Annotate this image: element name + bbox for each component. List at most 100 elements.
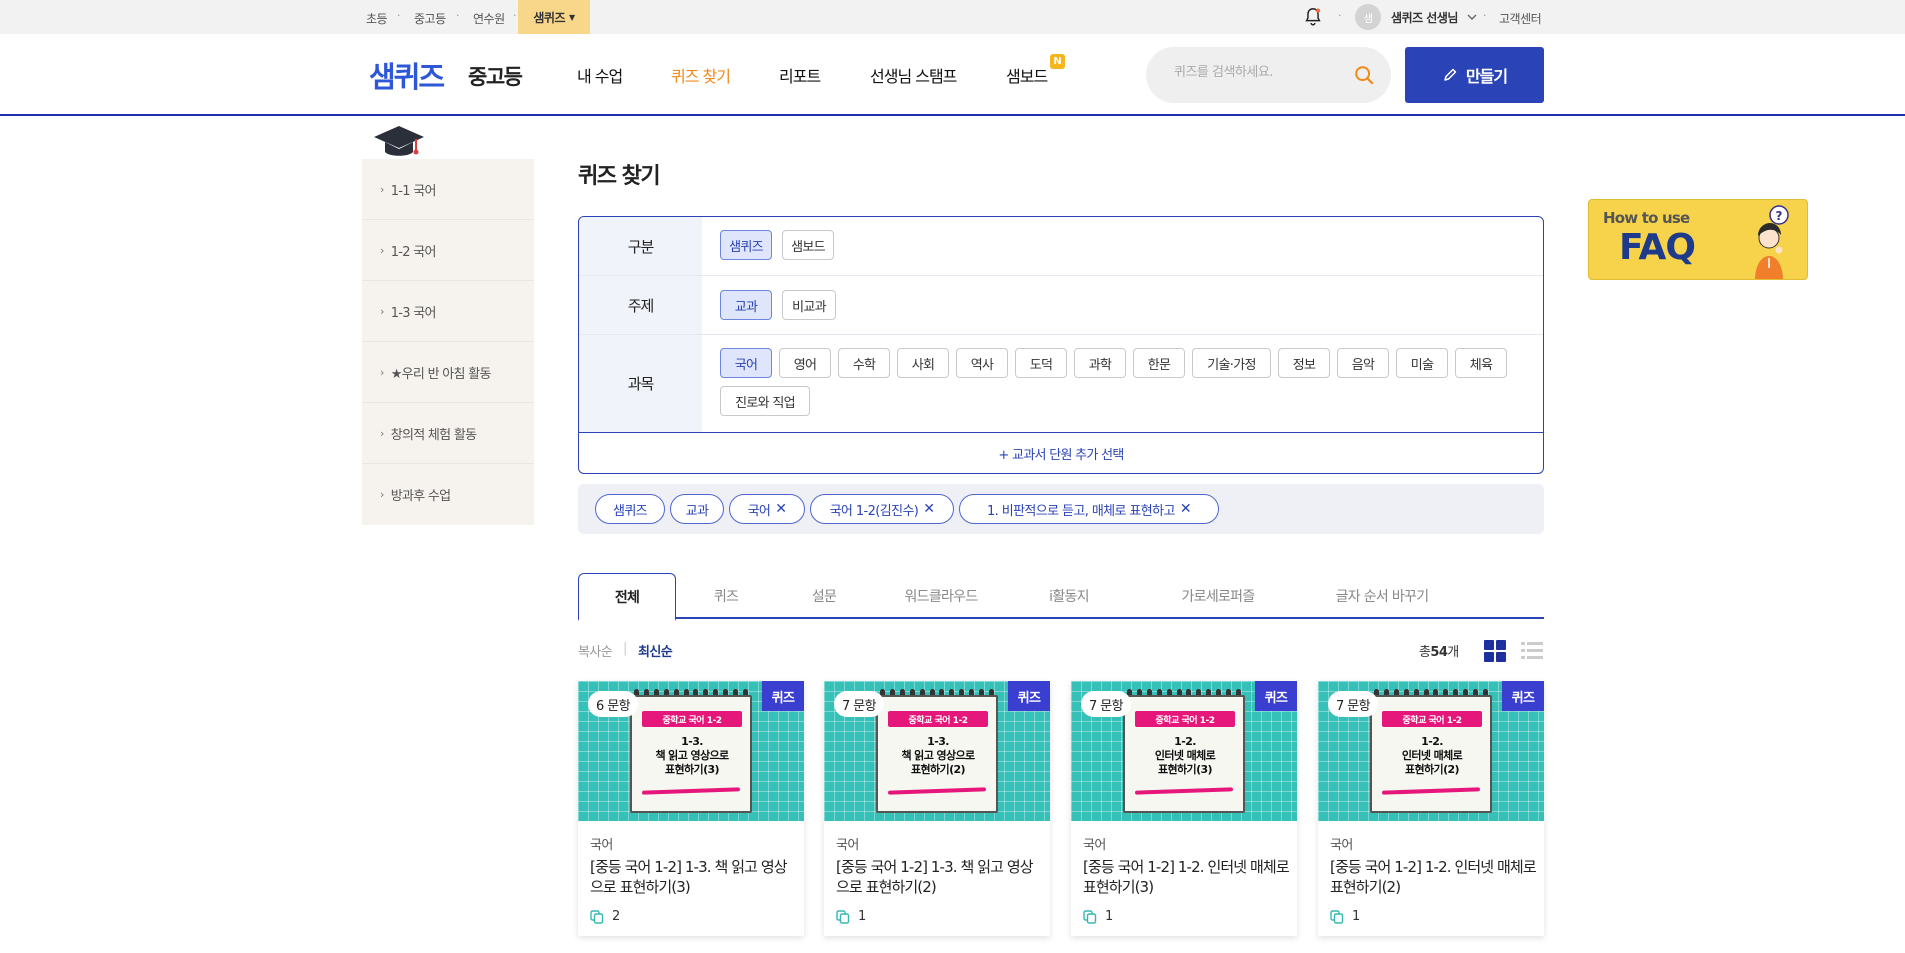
thumbnail-tag: 중학교 국어 1-2 [642, 711, 742, 727]
make-button[interactable]: 만들기 [1405, 47, 1544, 103]
close-icon[interactable]: ✕ [775, 501, 787, 517]
nav-sambod[interactable]: 샘보드 [1006, 63, 1048, 87]
chip-subject[interactable]: 체육 [1455, 348, 1507, 378]
applied-filter-pill[interactable]: 국어 ✕ [729, 494, 805, 524]
sidebar-item-label: ★우리 반 아침 활동 [390, 366, 492, 382]
util-active-label: 샘퀴즈 [533, 10, 565, 25]
logo[interactable]: 샘퀴즈 [369, 54, 445, 96]
avatar: 샘 [1355, 4, 1381, 30]
copy-count-value: 1 [858, 909, 867, 924]
chip-subject[interactable]: 사회 [897, 348, 949, 378]
nav-my-class[interactable]: 내 수업 [577, 63, 623, 87]
pill-label: 교과 [685, 503, 709, 519]
chip-subject[interactable]: 과학 [1074, 348, 1126, 378]
copy-count: 2 [590, 909, 620, 924]
copy-icon [836, 909, 850, 924]
chevron-right-icon: › [380, 426, 384, 440]
support-link[interactable]: 고객센터 [1499, 10, 1542, 27]
applied-filter-pill[interactable]: 교과 [670, 494, 724, 524]
chevron-down-icon [1467, 14, 1477, 20]
sidebar-item-1-1-korean[interactable]: › 1-1 국어 [362, 159, 534, 220]
logo-subtitle: 중고등 [468, 65, 523, 89]
tab-quiz[interactable]: 퀴즈 [696, 573, 756, 619]
caret-down-icon: ▼ [568, 12, 575, 22]
total-prefix: 총 [1419, 645, 1431, 660]
type-badge: 퀴즈 [762, 681, 804, 711]
pill-label: 국어 [747, 503, 771, 519]
chip-samquiz[interactable]: 샘퀴즈 [720, 230, 772, 260]
search-input[interactable] [1174, 65, 1344, 80]
tab-crossword[interactable]: 가로세로퍼즐 [1163, 573, 1273, 619]
quiz-card[interactable]: 중학교 국어 1-2 1-3. 책 읽고 영상으로 표현하기(3) 6 문항 퀴… [578, 681, 804, 936]
chip-subject[interactable]: 미술 [1396, 348, 1448, 378]
filter-panel: 구분 샘퀴즈 샘보드 주제 교과 비교과 과목 국어 영어 수학 사회 역사 도… [578, 216, 1544, 474]
bell-button[interactable] [1302, 0, 1324, 34]
user-menu[interactable]: 샘 샘퀴즈 선생님 [1355, 0, 1478, 34]
chip-subject[interactable]: 진로와 직업 [720, 386, 810, 416]
svg-text:?: ? [1776, 209, 1783, 223]
faq-banner[interactable]: How to use FAQ ? [1588, 199, 1808, 280]
chip-subject[interactable]: 음악 [1337, 348, 1389, 378]
nav-report[interactable]: 리포트 [779, 63, 821, 87]
search-box [1146, 47, 1391, 103]
util-link-training[interactable]: 연수원 [473, 10, 505, 27]
util-link-middle-high[interactable]: 중고등 [414, 10, 446, 27]
sidebar-item-1-2-korean[interactable]: › 1-2 국어 [362, 220, 534, 281]
chip-curriculum[interactable]: 교과 [720, 290, 772, 320]
grid-view-icon[interactable] [1484, 640, 1506, 662]
applied-filter-pill[interactable]: 1. 비판적으로 듣고, 매체로 표현하고 ✕ [959, 494, 1219, 524]
add-textbook-unit-button[interactable]: + 교과서 단원 추가 선택 [579, 432, 1543, 473]
copy-count-value: 1 [1352, 909, 1361, 924]
sidebar-item-creative-activity[interactable]: › 창의적 체험 활동 [362, 403, 534, 464]
chip-subject[interactable]: 국어 [720, 348, 772, 378]
type-badge: 퀴즈 [1502, 681, 1544, 711]
util-link-samquiz[interactable]: 샘퀴즈 ▼ [518, 0, 590, 34]
util-separator: · [513, 9, 517, 22]
scribble-decoration [1134, 787, 1234, 795]
sidebar-item-morning-activity[interactable]: › ★우리 반 아침 활동 [362, 342, 534, 403]
sort-by-copies[interactable]: 복사순 [578, 641, 613, 660]
close-icon[interactable]: ✕ [1180, 501, 1192, 517]
chip-subject[interactable]: 기술·가정 [1192, 348, 1271, 378]
tab-activity-sheet[interactable]: i활동지 [1029, 573, 1109, 619]
util-link-elementary[interactable]: 초등 [366, 10, 388, 27]
copy-count: 1 [836, 909, 866, 924]
close-icon[interactable]: ✕ [923, 501, 935, 517]
chip-subject[interactable]: 정보 [1278, 348, 1330, 378]
sidebar-item-label: 방과후 수업 [390, 489, 451, 504]
tab-wordcloud[interactable]: 워드클라우드 [891, 573, 991, 619]
tab-all[interactable]: 전체 [578, 573, 676, 621]
chip-subject[interactable]: 수학 [838, 348, 890, 378]
chip-subject[interactable]: 영어 [779, 348, 831, 378]
copy-count: 1 [1330, 909, 1360, 924]
quiz-card[interactable]: 중학교 국어 1-2 1-2. 인터넷 매체로 표현하기(3) 7 문항 퀴즈 … [1071, 681, 1297, 936]
applied-filter-pill[interactable]: 샘퀴즈 [595, 494, 665, 524]
chip-subject[interactable]: 도덕 [1015, 348, 1067, 378]
chip-subject[interactable]: 한문 [1133, 348, 1185, 378]
thumbnail-text: 1-3. 책 읽고 영상으로 표현하기(3) [655, 735, 729, 776]
tab-survey[interactable]: 설문 [794, 573, 854, 619]
chevron-right-icon: › [380, 304, 384, 318]
chip-sambod[interactable]: 샘보드 [782, 230, 834, 260]
notebook-card: 중학교 국어 1-2 1-3. 책 읽고 영상으로 표현하기(3) [630, 695, 752, 813]
quiz-card[interactable]: 중학교 국어 1-2 1-3. 책 읽고 영상으로 표현하기(2) 7 문항 퀴… [824, 681, 1050, 936]
bell-icon [1305, 8, 1321, 26]
filter-label: 과목 [579, 335, 702, 432]
chip-non-curriculum[interactable]: 비교과 [782, 290, 836, 320]
notebook-card: 중학교 국어 1-2 1-2. 인터넷 매체로 표현하기(2) [1370, 695, 1492, 813]
sidebar-item-1-3-korean[interactable]: › 1-3 국어 [362, 281, 534, 342]
sidebar-item-after-school[interactable]: › 방과후 수업 [362, 464, 534, 525]
nav-teacher-stamp[interactable]: 선생님 스탬프 [870, 63, 957, 87]
question-count-badge: 7 문항 [1081, 691, 1131, 717]
quiz-card[interactable]: 중학교 국어 1-2 1-2. 인터넷 매체로 표현하기(2) 7 문항 퀴즈 … [1318, 681, 1544, 936]
tab-word-scramble[interactable]: 글자 순서 바꾸기 [1317, 573, 1447, 619]
applied-filter-pill[interactable]: 국어 1-2(김진수) ✕ [810, 494, 954, 524]
sort-by-latest[interactable]: 최신순 [638, 641, 673, 660]
search-icon[interactable] [1353, 64, 1375, 86]
graduation-cap-icon [374, 126, 424, 156]
copy-count-value: 1 [1105, 909, 1114, 924]
chip-subject[interactable]: 역사 [956, 348, 1008, 378]
list-view-icon[interactable] [1521, 641, 1543, 661]
card-title: [중등 국어 1-2] 1-2. 인터넷 매체로 표현하기(2) [1330, 858, 1537, 896]
nav-find-quiz[interactable]: 퀴즈 찾기 [671, 63, 731, 87]
